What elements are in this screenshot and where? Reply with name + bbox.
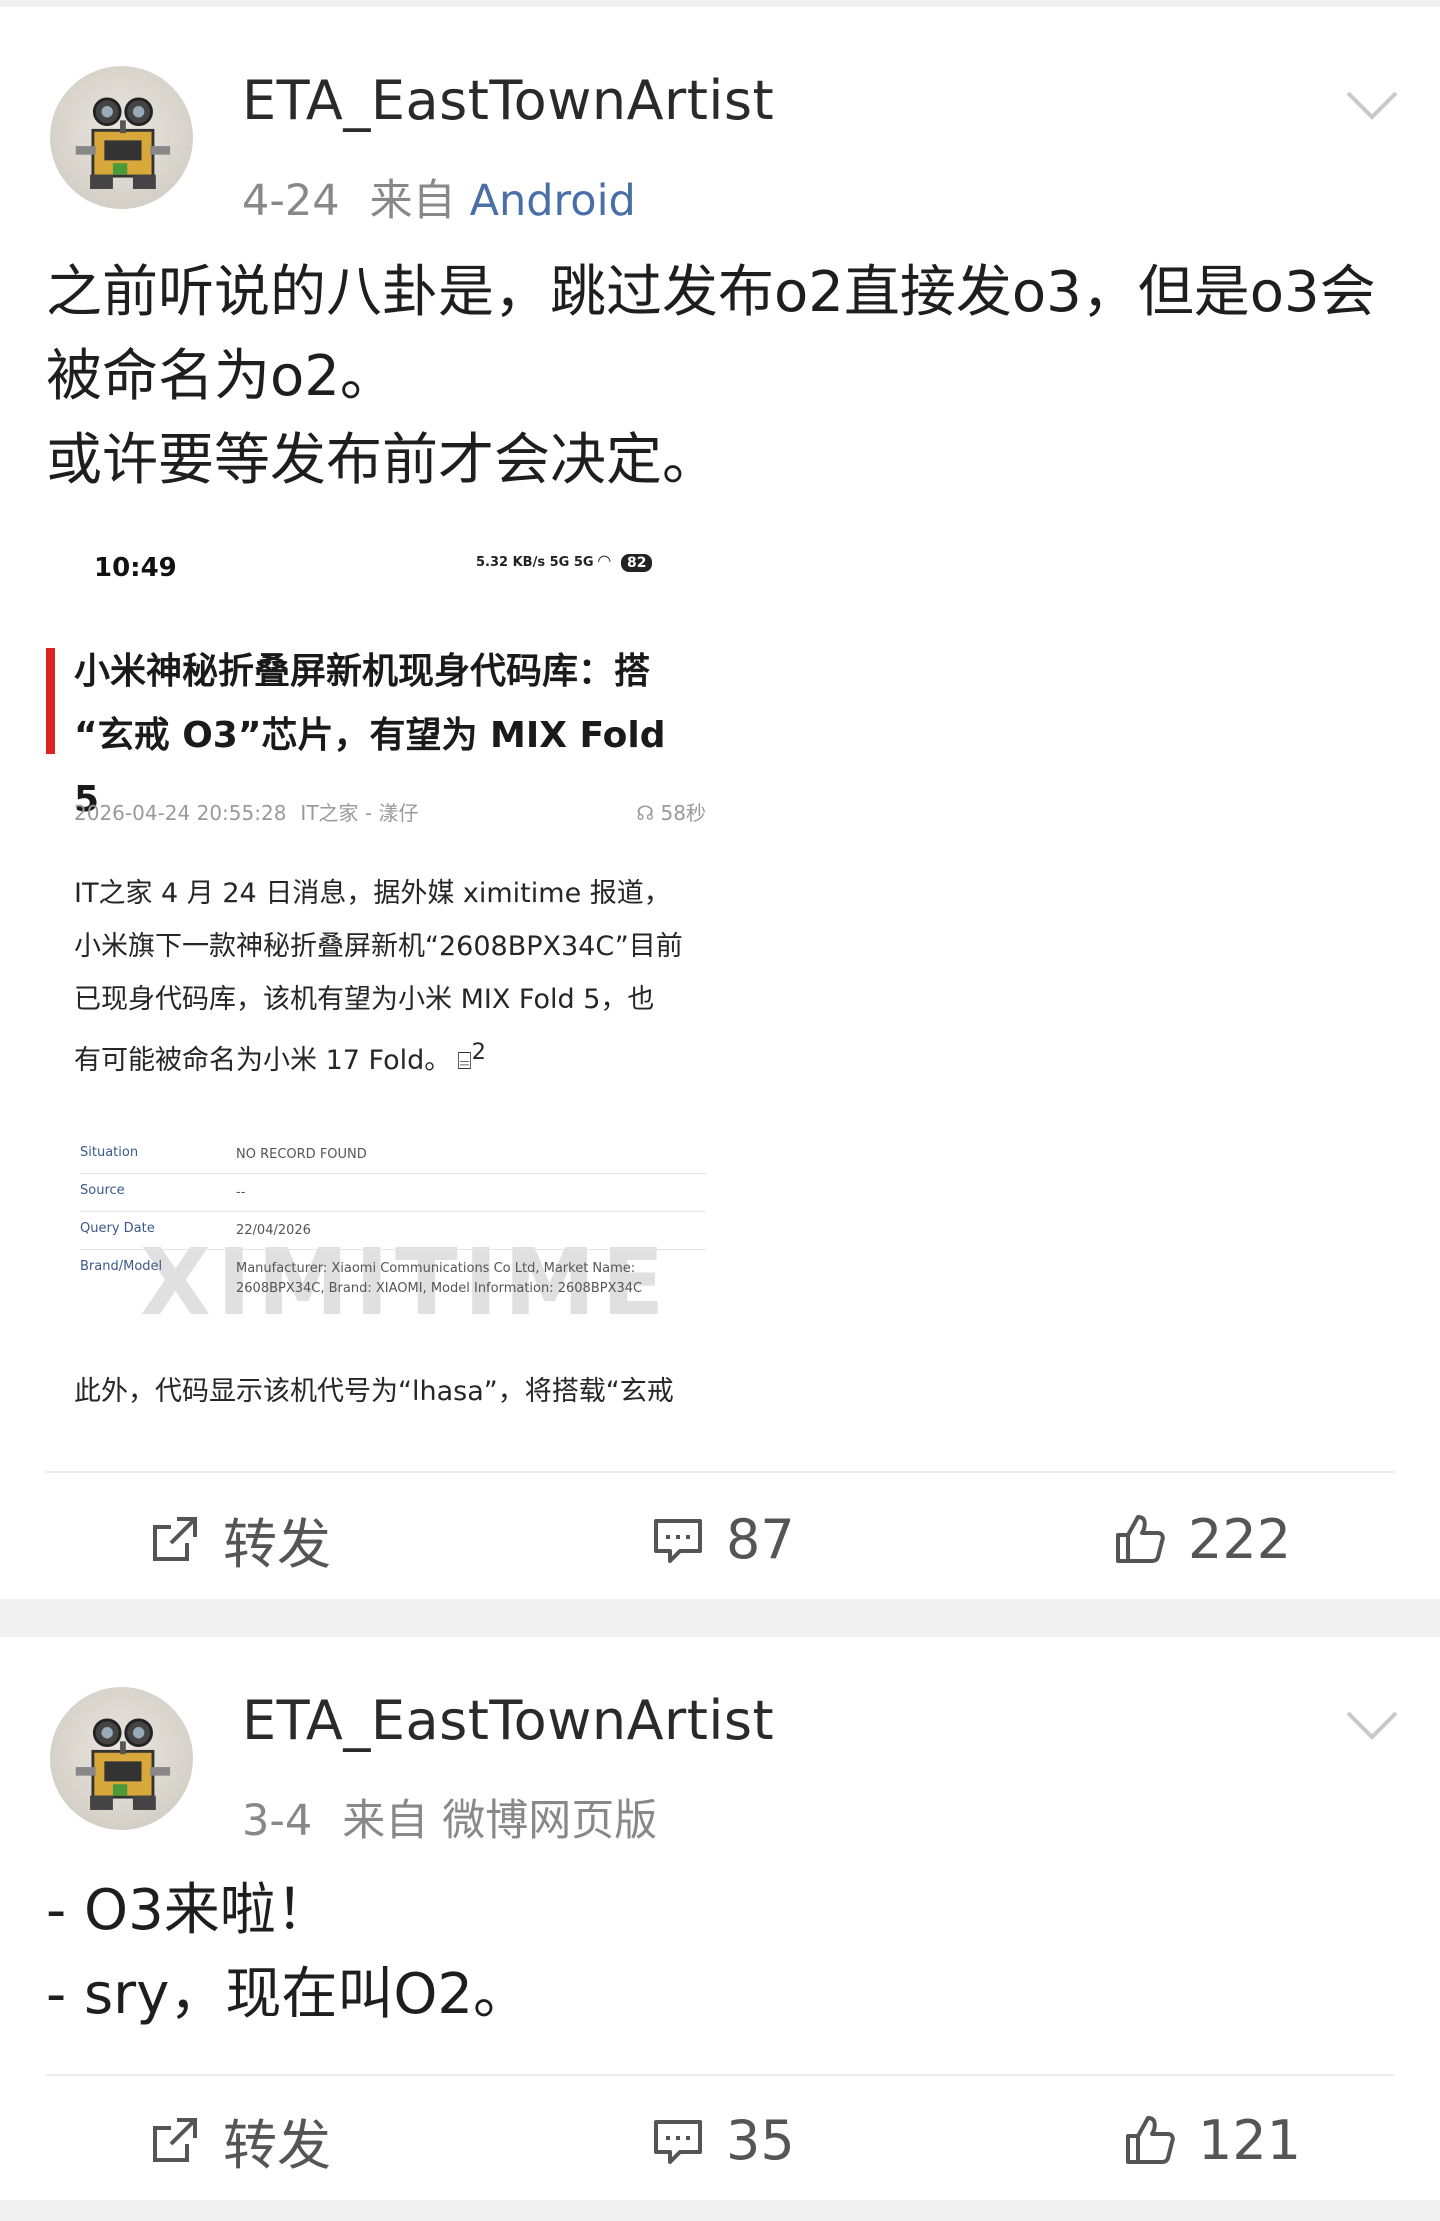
article-meta: 2026-04-24 20:55:28 IT之家 - 漾仔 [74,797,418,826]
post-text: - O3来啦！ - sry，现在叫O2。 [46,1869,1396,2037]
share-square-icon [153,2118,197,2162]
post-card[interactable]: ETA_EastTownArtist 4-24 来自 Android 之前听说的八卦… [0,7,1440,1599]
action-bar: 转发 87 222 [0,1479,1440,1599]
battery-icon: 82 [620,553,653,572]
article-title-line: 小米神秘折叠屏新机现身代码库：搭 [74,651,651,692]
attached-image[interactable]: 10:49 5.32 KB/s 5G 5G ◠ 82 小米神秘折叠屏新机现身代码… [46,527,706,1417]
paragraph-line: 有可能被命名为小米 17 Fold。 ⌸2 [74,1026,704,1088]
source-link[interactable]: 微博网页版 [442,1796,657,1846]
publish-time: 2026-04-24 20:55:28 [74,801,287,825]
repost-button[interactable]: 转发 [147,2080,331,2200]
status-time: 10:49 [94,553,177,583]
thumbs-up-icon [1126,2116,1175,2164]
headphones-icon: ☊ [636,801,661,825]
paragraph-line: 已现身代码库，该机有望为小米 MIX Fold 5，也 [74,984,655,1015]
like-count: 222 [1188,1507,1292,1571]
table-value: NO RECORD FOUND [236,1147,367,1162]
post-text: 之前听说的八卦是，跳过发布o2直接发o3，但是o3会 被命名为o2。 或许要等发… [46,251,1396,503]
post-separator [0,1599,1440,1637]
source-label: 来自 [369,176,456,226]
article-paragraph: IT之家 4 月 24 日消息，据外媒 ximitime 报道， 小米旗下一款神… [74,867,704,1088]
avatar[interactable] [50,66,193,209]
listen-duration-text: 58秒 [660,801,706,825]
table-row: Brand/Model Manufacturer: Xiaomi Communi… [80,1251,706,1307]
comment-count: 35 [726,2108,795,2172]
table-key: Situation [80,1145,139,1160]
robot-avatar-icon [75,97,171,189]
chevron-down-icon[interactable] [1344,1707,1400,1743]
source-label: 来自 [342,1796,429,1846]
paragraph-line: IT之家 4 月 24 日消息，据外媒 ximitime 报道， [74,878,671,909]
comment-count: 87 [726,1507,795,1571]
paragraph-line: 小米旗下一款神秘折叠屏新机“2608BPX34C”目前 [74,931,683,962]
post-text-line: - O3来啦！ [46,1878,332,1943]
table-key: Query Date [80,1221,155,1236]
post-text-line: 被命名为o2。 [46,344,396,409]
action-bar: 转发 35 121 [0,2080,1440,2200]
chevron-down-icon[interactable] [1344,87,1400,123]
comment-button[interactable]: 35 [650,2080,795,2200]
avatar[interactable] [50,1687,193,1830]
comment-button[interactable]: 87 [650,1479,795,1599]
title-accent-bar [46,648,55,754]
like-button[interactable]: 121 [1122,2080,1301,2200]
thumbs-up-icon [1116,1515,1165,1563]
listen-duration: ☊ 58秒 [636,797,706,826]
username[interactable]: ETA_EastTownArtist [242,69,774,132]
table-key: Source [80,1183,125,1198]
comment-count-badge: 2 [471,1039,486,1065]
like-button[interactable]: 222 [1112,1479,1291,1599]
divider [46,2074,1394,2076]
source-link[interactable]: Android [470,176,636,226]
table-row: Situation NO RECORD FOUND [80,1137,706,1174]
record-table: XIMITIME Situation NO RECORD FOUND Sourc… [80,1137,706,1337]
table-value: Manufacturer: Xiaomi Communications Co L… [236,1261,643,1296]
table-value: -- [236,1185,246,1200]
signal-icon: 5G 5G [549,555,594,570]
like-count: 121 [1198,2108,1302,2172]
table-value: 22/04/2026 [236,1223,311,1238]
repost-button[interactable]: 转发 [147,1479,331,1599]
repost-label: 转发 [223,1512,331,1576]
status-icons: 5.32 KB/s 5G 5G ◠ 82 [476,551,653,572]
publish-source: IT之家 - 漾仔 [300,801,419,825]
repost-label: 转发 [223,2113,331,2177]
comment-icon: ⌸ [457,1047,472,1075]
post-date: 3-4 [242,1796,313,1846]
share-square-icon [153,1517,197,1561]
post-meta: 4-24 来自 Android [242,166,636,228]
bottom-gap [0,2200,1440,2221]
table-row: Source -- [80,1175,706,1212]
username[interactable]: ETA_EastTownArtist [242,1689,774,1752]
comment-bubble-icon [654,1519,702,1563]
network-speed: 5.32 KB/s [476,555,546,570]
paragraph-line-text: 有可能被命名为小米 17 Fold。 [74,1045,452,1076]
wifi-icon: ◠ [598,551,611,570]
top-gap [0,0,1440,7]
article-paragraph-2: 此外，代码显示该机代号为“lhasa”，将搭载“玄戒 [74,1376,674,1407]
post-text-line: - sry，现在叫O2。 [46,1962,530,2027]
post-text-line: 或许要等发布前才会决定。 [46,428,718,493]
post-card[interactable]: ETA_EastTownArtist 3-4 来自 微博网页版 - O3来啦！ - … [0,1637,1440,2200]
post-text-line: 之前听说的八卦是，跳过发布o2直接发o3，但是o3会 [46,260,1376,325]
post-meta: 3-4 来自 微博网页版 [242,1786,657,1848]
robot-avatar-icon [75,1718,171,1810]
table-row: Query Date 22/04/2026 [80,1213,706,1250]
post-date: 4-24 [242,176,340,226]
comment-bubble-icon [654,2120,702,2164]
table-key: Brand/Model [80,1259,163,1274]
divider [46,1471,1394,1473]
